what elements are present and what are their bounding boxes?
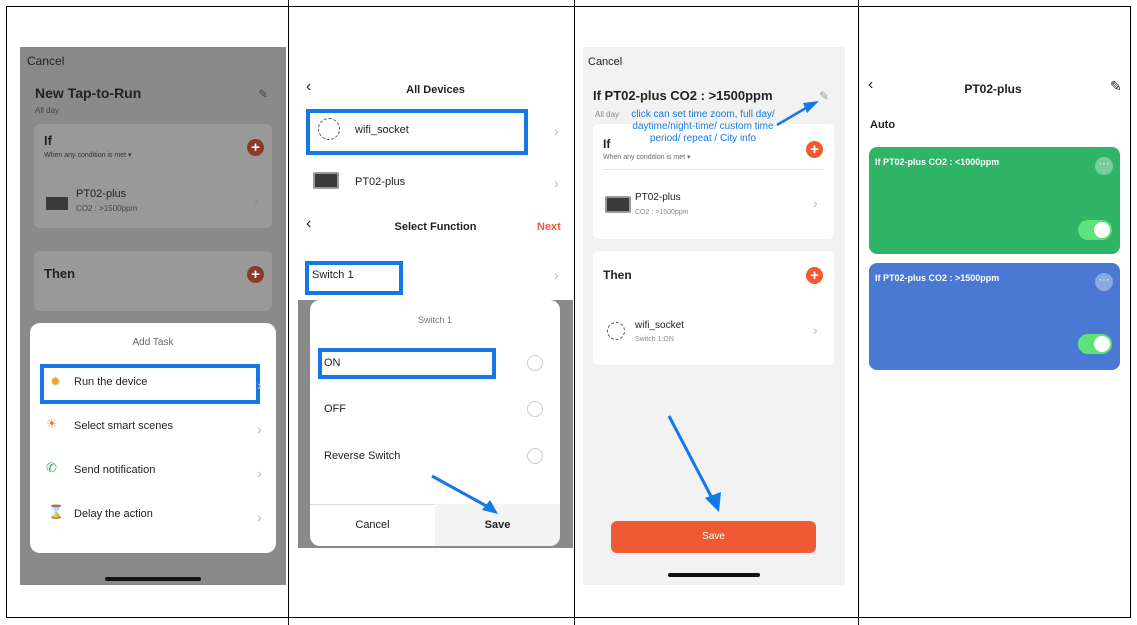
dialog-title: Switch 1: [417, 315, 452, 325]
socket-icon: [607, 322, 625, 340]
panel-edit-scene: Cancel If PT02-plus CO2 : >1500ppm ✎ All…: [583, 47, 845, 585]
device-name: PT02-plus: [635, 192, 681, 203]
action-sub: Switch 1:ON: [635, 336, 674, 343]
device-row-pt02-plus[interactable]: PT02-plus: [298, 164, 573, 200]
device-icon: [44, 195, 70, 212]
panel-device-automations: ‹ PT02-plus ✎ Auto If PT02-plus CO2 : <1…: [860, 72, 1126, 382]
device-condition: CO2 : >1500ppm: [635, 209, 689, 216]
panel-add-task: Cancel New Tap-to-Run ✎ All day If When …: [20, 47, 286, 585]
task-delay[interactable]: ⌛ Delay the action: [42, 499, 270, 529]
device-condition: CO2 : >1500ppm: [76, 204, 138, 213]
if-label: If: [603, 137, 611, 151]
task-label: Select smart scenes: [74, 420, 174, 432]
sunset-icon: ☀: [46, 416, 58, 431]
chevron-right-icon: ›: [554, 267, 559, 283]
allday-label: All day: [595, 110, 620, 119]
if-card: [34, 124, 272, 228]
option-reverse[interactable]: Reverse Switch: [324, 444, 524, 468]
dialog-cancel-button[interactable]: Cancel: [310, 504, 435, 546]
if-condition-mode[interactable]: When any condition is met ▾: [44, 151, 132, 159]
cancel-button[interactable]: Cancel: [27, 54, 64, 68]
chevron-right-icon: ›: [554, 175, 559, 191]
radio-off[interactable]: [527, 401, 543, 417]
cancel-button[interactable]: Cancel: [588, 56, 622, 68]
automation-label: If PT02-plus CO2 : >1500ppm: [875, 273, 1000, 283]
notification-icon: ✆: [46, 460, 57, 475]
chevron-right-icon: ›: [254, 193, 259, 209]
device-name: PT02-plus: [76, 188, 127, 200]
more-icon[interactable]: ···: [1095, 157, 1113, 175]
arrow-annotation: [667, 415, 721, 512]
header-title: All Devices: [406, 84, 465, 96]
then-label: Then: [603, 268, 632, 282]
home-indicator: [105, 577, 201, 581]
highlight-run-device: [40, 364, 260, 404]
time-annotation: click can set time zoom, full day/ dayti…: [631, 109, 775, 144]
page-title: PT02-plus: [964, 82, 1022, 96]
task-label: Send notification: [74, 464, 156, 476]
function-title: Select Function: [394, 221, 477, 233]
edit-icon[interactable]: ✎: [258, 87, 268, 101]
add-condition-icon[interactable]: +: [247, 139, 264, 156]
edit-icon[interactable]: ✎: [1110, 78, 1122, 95]
divider: [288, 0, 289, 625]
chevron-right-icon: ›: [554, 123, 559, 139]
automation-card[interactable]: If PT02-plus CO2 : <1000ppm ···: [869, 147, 1120, 254]
add-condition-icon[interactable]: +: [806, 141, 823, 158]
section-label: Auto: [870, 119, 896, 131]
chevron-right-icon: ›: [257, 509, 262, 525]
device-icon: [313, 172, 339, 189]
option-label: OFF: [324, 403, 346, 415]
hourglass-icon: ⌛: [48, 504, 65, 519]
then-label: Then: [44, 266, 76, 281]
automation-toggle[interactable]: [1078, 220, 1112, 240]
action-name: wifi_socket: [635, 320, 684, 331]
chevron-right-icon: ›: [257, 421, 262, 437]
highlight-on: [318, 348, 496, 379]
automation-toggle[interactable]: [1078, 334, 1112, 354]
chevron-right-icon: ›: [257, 377, 262, 393]
chevron-right-icon: ›: [813, 195, 818, 211]
highlight-wifi-socket: [306, 109, 528, 155]
more-icon[interactable]: ···: [1095, 273, 1113, 291]
highlight-switch: [305, 261, 403, 295]
device-name: PT02-plus: [355, 176, 406, 188]
if-condition-mode[interactable]: When any condition is met ▾: [603, 153, 691, 161]
radio-on[interactable]: [527, 355, 543, 371]
chevron-right-icon: ›: [813, 322, 818, 338]
task-label: Delay the action: [74, 508, 153, 520]
page-title: If PT02-plus CO2 : >1500ppm: [593, 88, 773, 103]
next-button[interactable]: Next: [537, 221, 561, 233]
panel-select-function: ‹ All Devices wifi_socket › PT02-plus › …: [298, 72, 573, 573]
arrow-annotation: [431, 474, 498, 514]
sheet-title: Add Task: [132, 337, 174, 348]
home-indicator: [668, 573, 760, 577]
page-title: New Tap-to-Run: [35, 85, 142, 101]
if-divider: [603, 169, 823, 170]
task-smart-scenes[interactable]: ☀ Select smart scenes: [42, 411, 270, 441]
task-send-notification[interactable]: ✆ Send notification: [42, 455, 270, 485]
divider: [858, 0, 859, 625]
save-button[interactable]: Save: [611, 521, 816, 553]
arrow-annotation: [776, 101, 819, 127]
divider: [574, 0, 575, 625]
add-action-icon[interactable]: +: [806, 267, 823, 284]
automation-card[interactable]: If PT02-plus CO2 : >1500ppm ···: [869, 263, 1120, 370]
if-label: If: [44, 133, 52, 148]
automation-label: If PT02-plus CO2 : <1000ppm: [875, 157, 1000, 167]
then-card: [34, 251, 272, 311]
add-action-icon[interactable]: +: [247, 266, 264, 283]
chevron-right-icon: ›: [257, 465, 262, 481]
radio-reverse[interactable]: [527, 448, 543, 464]
device-icon: [605, 196, 631, 213]
option-off[interactable]: OFF: [324, 397, 524, 421]
option-label: Reverse Switch: [324, 450, 401, 462]
subtitle: All day: [35, 106, 60, 115]
